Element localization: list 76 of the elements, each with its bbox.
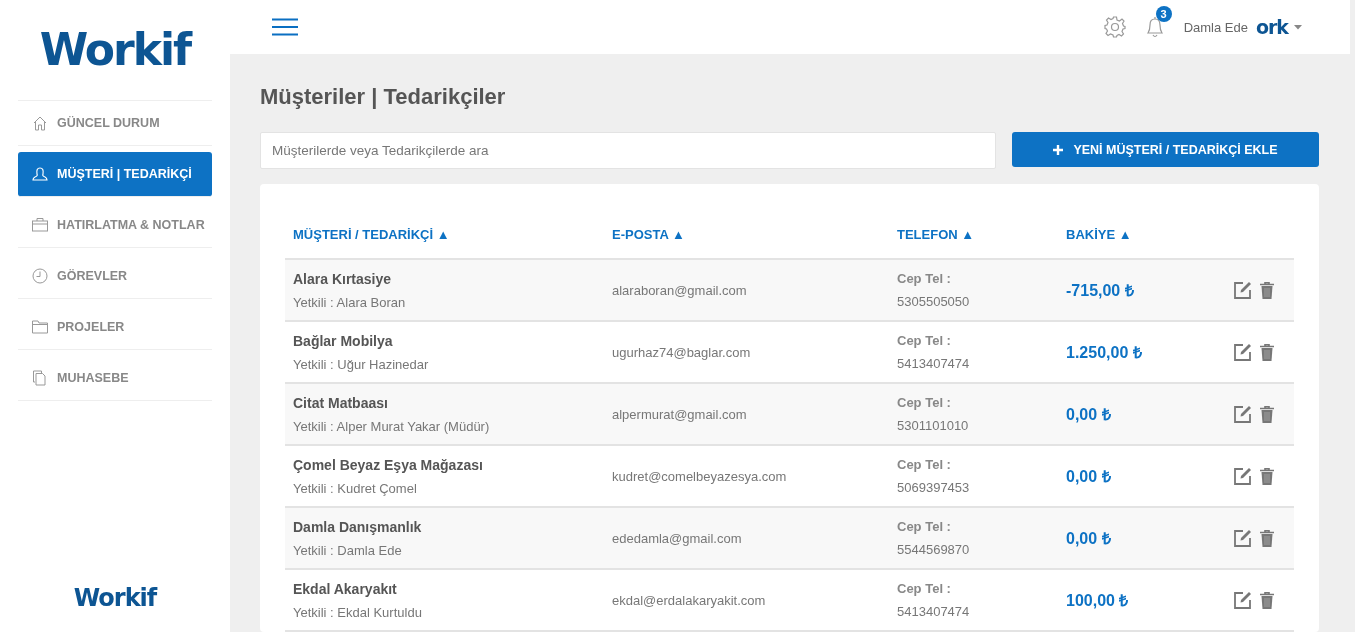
- customer-name[interactable]: Ekdal Akaryakıt: [293, 580, 604, 597]
- phone-number: 5544569870: [897, 542, 971, 557]
- contact-person: Yetkili : Uğur Hazinedar: [293, 356, 430, 372]
- menu-icon[interactable]: [272, 18, 298, 36]
- column-header[interactable]: MÜŞTERİ / TEDARİKÇİ ▲: [285, 210, 604, 258]
- contact-person: Yetkili : Kudret Çomel: [293, 480, 418, 496]
- trash-icon[interactable]: [1260, 467, 1274, 485]
- email-text: alaraboran@gmail.com: [612, 282, 748, 298]
- customer-name[interactable]: Damla Danışmanlık: [293, 518, 604, 535]
- sidebar-item[interactable]: MUHASEBE: [18, 356, 212, 401]
- phone-number: 5069397453: [897, 480, 971, 495]
- sidebar-item[interactable]: PROJELER: [18, 305, 212, 350]
- phone-label: Cep Tel :: [897, 333, 952, 348]
- balance-amount: 100,00 ₺: [1066, 591, 1130, 611]
- home-icon: [32, 115, 48, 131]
- column-header[interactable]: E-POSTA ▲: [604, 210, 889, 258]
- customer-name[interactable]: Çomel Beyaz Eşya Mağazası: [293, 456, 604, 473]
- phone-label: Cep Tel :: [897, 457, 952, 472]
- edit-icon[interactable]: [1234, 405, 1252, 423]
- trash-icon[interactable]: [1260, 591, 1274, 609]
- email-text: ugurhaz74@baglar.com: [612, 344, 752, 360]
- search-field[interactable]: Müşterilerde veya Tedarikçilerde ara: [260, 132, 996, 169]
- notification-badge: 3: [1155, 6, 1172, 22]
- email-text: kudret@comelbeyazesya.com: [612, 468, 788, 484]
- customer-name[interactable]: Alara Kırtasiye: [293, 270, 604, 287]
- balance-amount: 0,00 ₺: [1066, 467, 1112, 487]
- email-text: ekdal@erdalakaryakit.com: [612, 592, 767, 608]
- email-text: alpermurat@gmail.com: [612, 406, 748, 422]
- trash-icon[interactable]: [1260, 529, 1274, 547]
- trash-icon[interactable]: [1260, 281, 1274, 299]
- balance-amount: -715,00 ₺: [1066, 281, 1135, 301]
- sidebar-item[interactable]: HATIRLATMA & NOTLAR: [18, 203, 212, 248]
- trash-icon[interactable]: [1260, 405, 1274, 423]
- user-name[interactable]: Damla Ede: [1183, 19, 1248, 35]
- edit-icon[interactable]: [1234, 343, 1252, 361]
- email-text: ededamla@gmail.com: [612, 530, 743, 546]
- contact-person: Yetkili : Alper Murat Yakar (Müdür): [293, 418, 491, 434]
- briefcase-icon: [32, 217, 48, 233]
- phone-label: Cep Tel :: [897, 271, 952, 286]
- edit-icon[interactable]: [1234, 591, 1252, 609]
- plus-icon: [1053, 144, 1064, 155]
- folder-icon: [32, 319, 48, 335]
- sidebar-item[interactable]: MÜŞTERİ | TEDARİKÇİ: [18, 152, 212, 197]
- phone-label: Cep Tel :: [897, 581, 952, 596]
- settings-icon[interactable]: [1103, 16, 1126, 38]
- phone-number: 5305505050: [897, 294, 971, 309]
- edit-icon[interactable]: [1234, 467, 1252, 485]
- person-icon: [32, 166, 48, 182]
- workif-logo: Workif: [73, 584, 157, 612]
- phone-number: 5301101010: [897, 418, 970, 433]
- workif-logo: Workif: [39, 24, 191, 76]
- sidebar-item[interactable]: GÖREVLER: [18, 254, 212, 299]
- sidebar-item[interactable]: GÜNCEL DURUM: [18, 101, 212, 146]
- phone-label: Cep Tel :: [897, 519, 952, 534]
- column-header[interactable]: TELEFON ▲: [889, 210, 1058, 258]
- balance-amount: 0,00 ₺: [1066, 405, 1112, 425]
- edit-icon[interactable]: [1234, 281, 1252, 299]
- page-title: Müşteriler | Tedarikçiler: [260, 84, 507, 110]
- contact-person: Yetkili : Alara Boran: [293, 294, 407, 310]
- balance-amount: 0,00 ₺: [1066, 529, 1112, 549]
- balance-amount: 1.250,00 ₺: [1066, 343, 1143, 363]
- column-header[interactable]: BAKİYE ▲: [1058, 210, 1218, 258]
- phone-number: 5413407474: [897, 604, 971, 619]
- customer-name[interactable]: Citat Matbaası: [293, 394, 604, 411]
- customer-name[interactable]: Bağlar Mobilya: [293, 332, 604, 349]
- phone-label: Cep Tel :: [897, 395, 952, 410]
- trash-icon[interactable]: [1260, 343, 1274, 361]
- document-icon: [32, 370, 48, 386]
- add-customer-button[interactable]: YENİ MÜŞTERİ / TEDARİKÇİ EKLE: [1012, 132, 1319, 167]
- edit-icon[interactable]: [1234, 529, 1252, 547]
- user-logo: ork: [1255, 16, 1288, 38]
- clock-icon: [32, 268, 48, 284]
- phone-number: 5413407474: [897, 356, 971, 371]
- contact-person: Yetkili : Damla Ede: [293, 542, 403, 558]
- caret-icon[interactable]: [1294, 24, 1302, 30]
- contact-person: Yetkili : Ekdal Kurtuldu: [293, 604, 423, 620]
